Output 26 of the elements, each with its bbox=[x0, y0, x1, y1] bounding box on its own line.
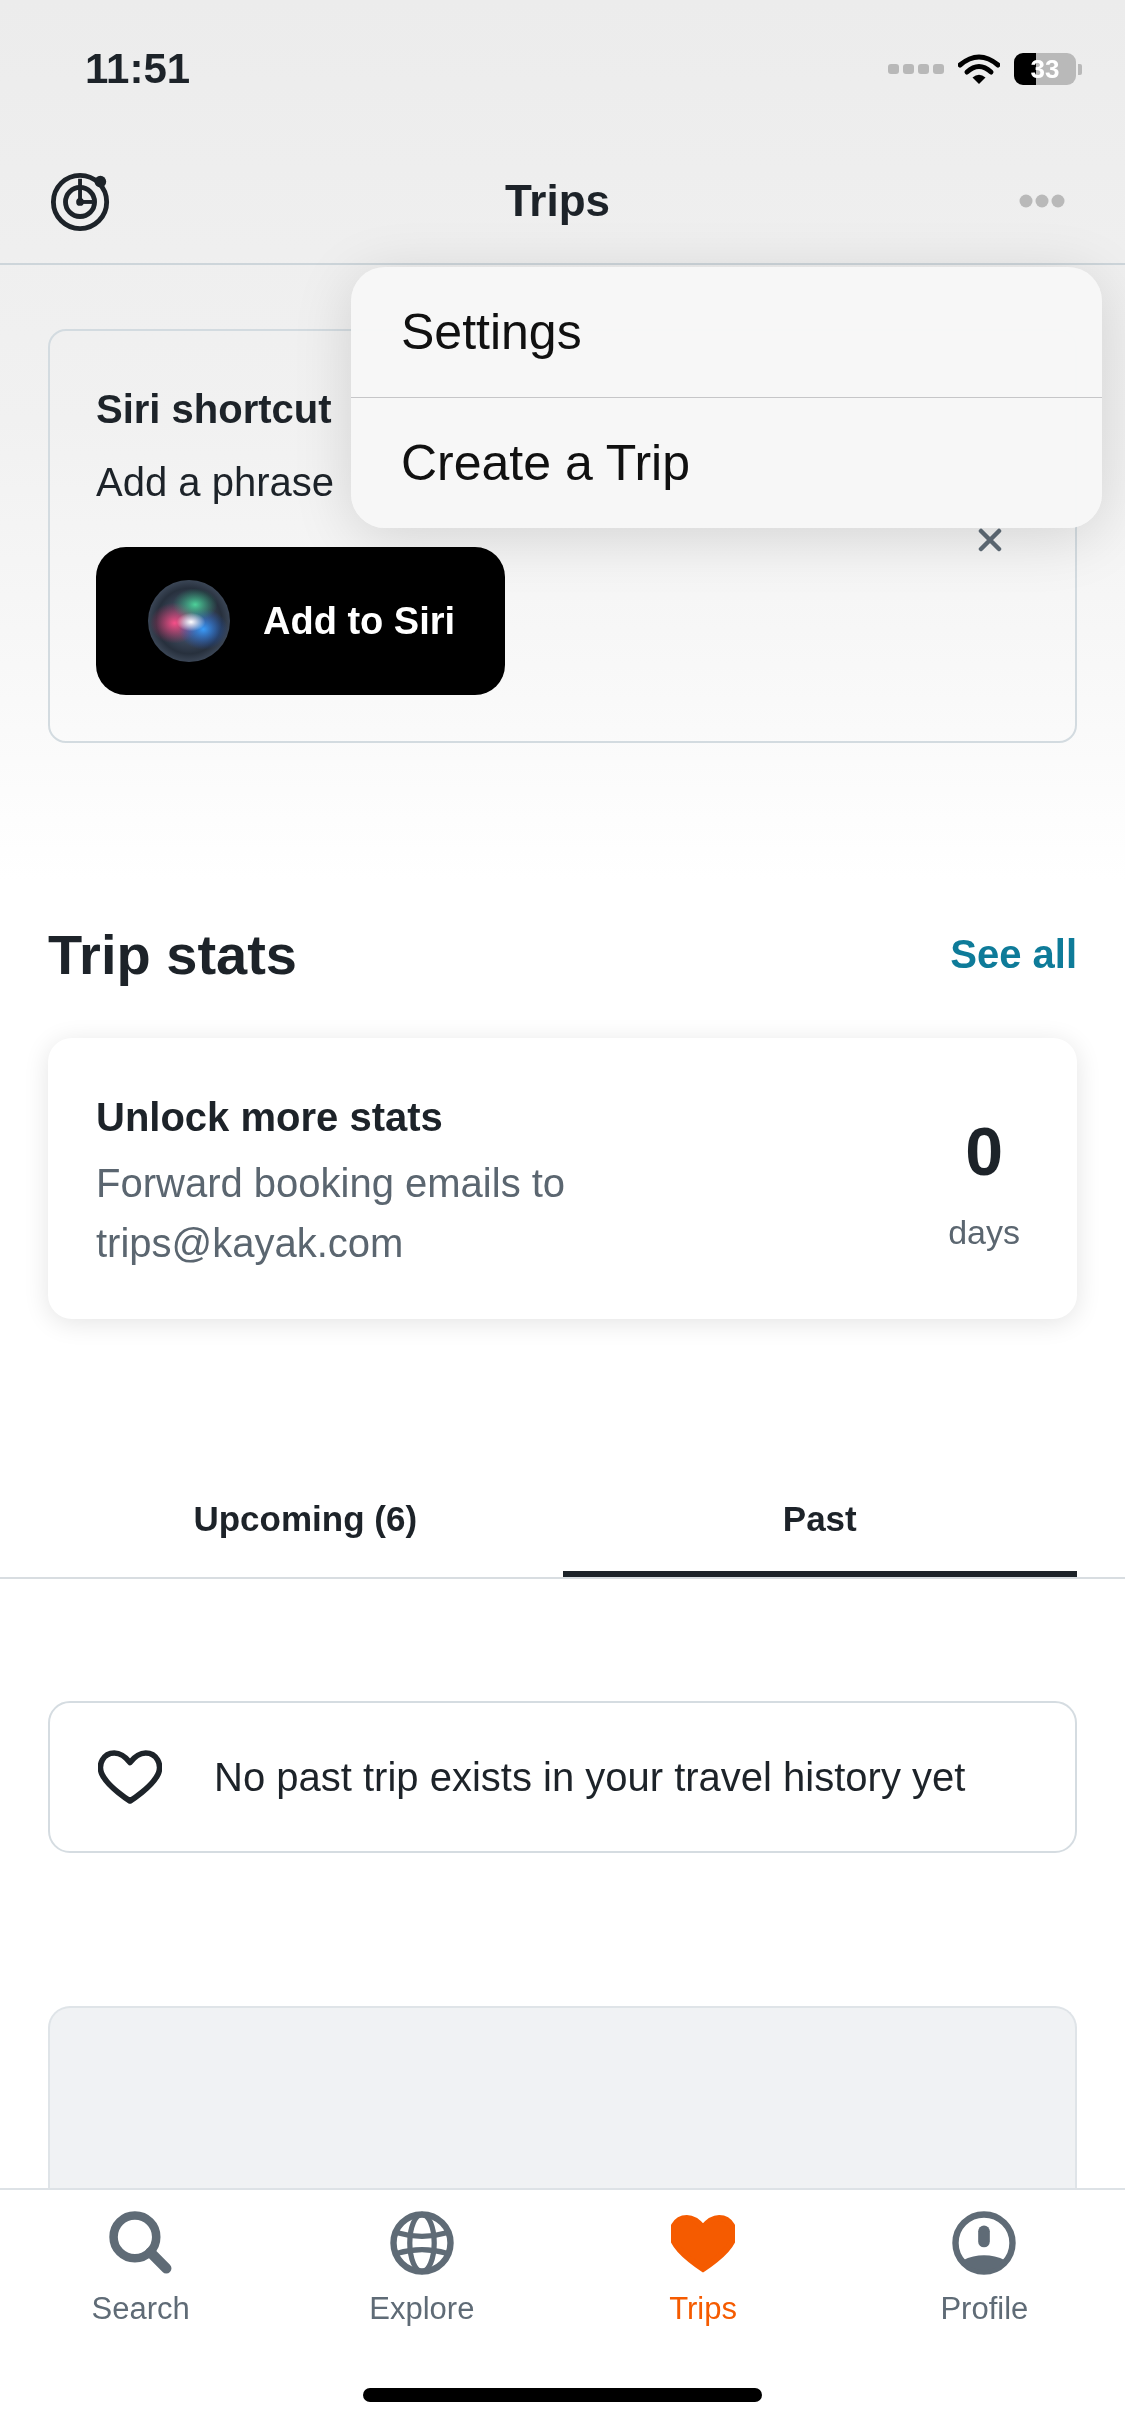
page-title: Trips bbox=[504, 175, 611, 226]
stat-value: 0 bbox=[965, 1112, 1003, 1189]
see-all-link[interactable]: See all bbox=[950, 931, 1077, 977]
status-time: 11:51 bbox=[85, 45, 191, 93]
menu-item[interactable]: Settings bbox=[351, 267, 1102, 397]
search-icon bbox=[108, 2211, 173, 2275]
tab-bar-item[interactable]: Profile bbox=[843, 2211, 1125, 2329]
siri-orb-icon bbox=[148, 580, 230, 662]
signal-icon bbox=[888, 62, 944, 76]
tab-bar-item[interactable]: Explore bbox=[281, 2211, 563, 2329]
profile-icon bbox=[952, 2211, 1017, 2275]
wifi-icon bbox=[958, 53, 1000, 85]
tab-bar-item[interactable]: Search bbox=[0, 2211, 282, 2329]
globe-icon bbox=[389, 2211, 454, 2275]
stats-card-text: Forward booking emails to trips@kayak.com bbox=[96, 1160, 567, 1267]
section-title: Trip stats bbox=[48, 921, 297, 987]
stats-card-title: Unlock more stats bbox=[96, 1094, 444, 1141]
heart-outline-icon bbox=[98, 1748, 162, 1806]
siri-card-title: Siri shortcut bbox=[96, 386, 332, 433]
menu-item[interactable]: Create a Trip bbox=[351, 398, 1102, 528]
siri-card-text: Add a phrase bbox=[96, 459, 334, 506]
empty-state-text: No past trip exists in your travel history yet bbox=[214, 1754, 966, 1800]
stat-unit: days bbox=[948, 1211, 1020, 1253]
add-to-siri-button[interactable]: Add to Siri bbox=[96, 547, 505, 695]
trip-tab[interactable]: Upcoming (6) bbox=[48, 1466, 563, 1577]
close-icon[interactable] bbox=[978, 528, 1002, 552]
